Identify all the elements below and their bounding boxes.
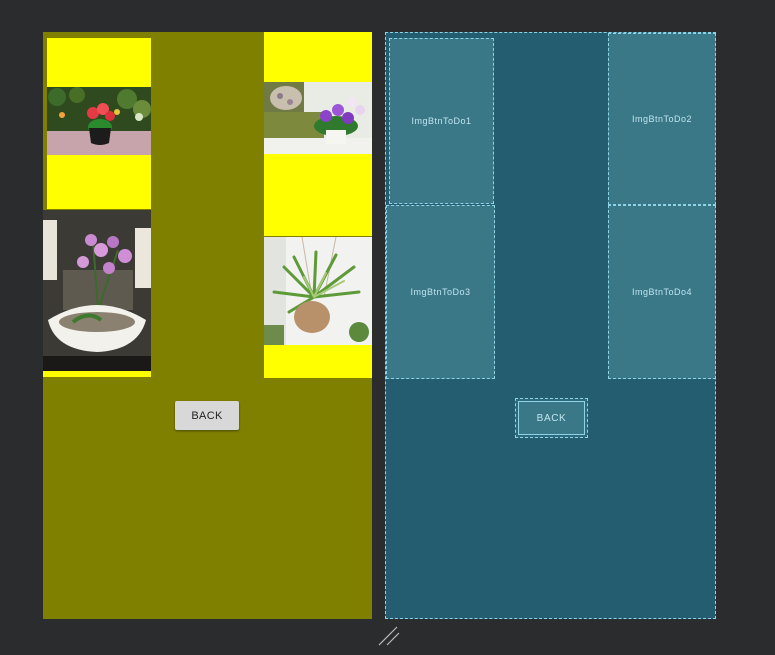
red-flowers-image — [47, 87, 151, 155]
blueprint-preview: ImgBtnToDo1 ImgBtnToDo2 ImgBtnToDo3 ImgB… — [385, 32, 716, 619]
blueprint-imgbtn-3[interactable]: ImgBtnToDo3 — [386, 205, 495, 379]
image-button-4[interactable] — [264, 237, 372, 378]
blueprint-imgbtn-4[interactable]: ImgBtnToDo4 — [608, 205, 716, 379]
blueprint-back-button[interactable]: BACK — [515, 398, 588, 438]
blueprint-label-4: ImgBtnToDo4 — [631, 287, 693, 297]
spider-plant-image — [264, 237, 372, 345]
back-button[interactable]: BACK — [175, 401, 239, 430]
image-button-2[interactable] — [264, 32, 372, 236]
blueprint-label-2: ImgBtnToDo2 — [631, 114, 693, 124]
blueprint-imgbtn-2[interactable]: ImgBtnToDo2 — [608, 33, 716, 205]
blueprint-label-1: ImgBtnToDo1 — [411, 116, 472, 126]
blueprint-label-3: ImgBtnToDo3 — [410, 287, 471, 297]
resize-handle-icon[interactable] — [377, 625, 401, 647]
blueprint-back-label: BACK — [518, 401, 585, 435]
orchid-image — [43, 210, 151, 371]
african-violet-image — [264, 82, 372, 154]
blueprint-imgbtn-1[interactable]: ImgBtnToDo1 — [389, 38, 494, 204]
image-button-3[interactable] — [43, 210, 151, 377]
image-button-1[interactable] — [47, 38, 151, 209]
design-preview: BACK — [43, 32, 372, 619]
